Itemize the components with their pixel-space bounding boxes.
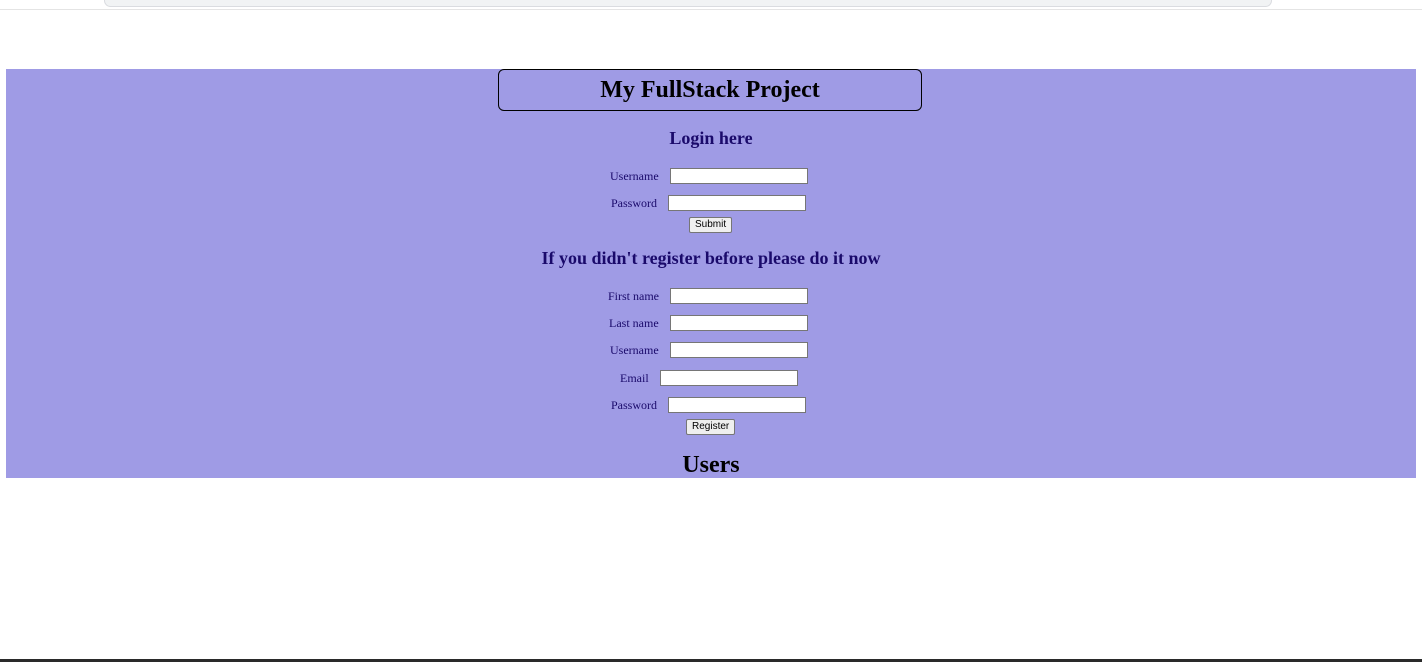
register-password-input[interactable]: [668, 397, 807, 413]
register-firstname-row: First name: [608, 288, 808, 304]
register-heading: If you didn't register before please do …: [541, 248, 881, 268]
login-password-row: Password: [611, 195, 807, 211]
register-username-input[interactable]: [669, 342, 808, 358]
page-title: My FullStack Project: [600, 76, 820, 103]
users-heading: Users: [682, 452, 740, 478]
register-lastname-label: Last name: [609, 315, 659, 330]
register-username-row: Username: [610, 342, 808, 358]
login-username-label: Username: [610, 168, 659, 183]
register-password-row: Password: [611, 397, 807, 413]
main-panel: My FullStack Project Login here Username…: [6, 69, 1416, 478]
title-box: My FullStack Project: [498, 69, 922, 111]
login-password-input[interactable]: [668, 195, 807, 211]
register-firstname-label: First name: [608, 288, 659, 303]
browser-toolbar: [0, 0, 1422, 10]
register-firstname-input[interactable]: [670, 288, 808, 304]
submit-button[interactable]: Submit: [689, 217, 733, 233]
address-bar[interactable]: [104, 0, 1272, 7]
register-email-label: Email: [620, 370, 649, 385]
login-username-row: Username: [610, 168, 808, 184]
login-heading: Login here: [669, 128, 753, 148]
register-username-label: Username: [610, 342, 659, 357]
login-username-input[interactable]: [669, 168, 808, 184]
register-lastname-row: Last name: [609, 315, 808, 331]
register-lastname-input[interactable]: [669, 315, 808, 331]
register-button[interactable]: Register: [686, 419, 736, 435]
register-email-row: Email: [620, 370, 798, 386]
register-email-input[interactable]: [659, 370, 798, 386]
login-password-label: Password: [611, 195, 658, 210]
register-password-label: Password: [611, 397, 658, 412]
